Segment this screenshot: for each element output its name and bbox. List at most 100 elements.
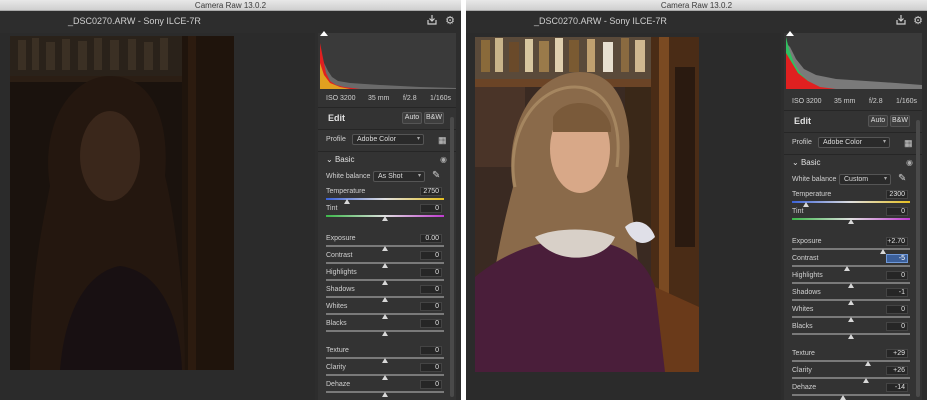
contrast-value-field[interactable]: -5 [886,254,908,263]
exposure-slider-thumb[interactable] [382,246,388,251]
contrast-label: Contrast [792,255,819,262]
profile-select[interactable]: Adobe Color ▾ [818,137,890,148]
wb-select[interactable]: As Shot ▾ [373,171,425,182]
contrast-slider-track[interactable] [792,265,910,267]
basic-section-header[interactable]: ⌄ Basic [792,158,821,167]
temperature-slider-thumb[interactable] [344,199,351,204]
highlights-slider-thumb[interactable] [382,280,388,285]
wb-select[interactable]: Custom ▾ [839,174,891,185]
whites-slider-thumb[interactable] [848,317,854,322]
highlights-slider-thumb[interactable] [848,283,854,288]
texture-slider-thumb[interactable] [382,358,388,363]
temperature-label: Temperature [792,191,832,198]
tint-slider-thumb[interactable] [848,219,854,224]
blacks-value-field[interactable]: 0 [420,319,442,328]
dehaze-slider-track[interactable] [792,394,910,396]
clarity-slider-track[interactable] [792,377,910,379]
tint-slider-thumb[interactable] [382,216,388,221]
exposure-slider-track[interactable] [792,248,910,250]
window-title: Camera Raw 13.0.2 [466,0,927,11]
histogram [786,33,922,89]
texture-slider-thumb[interactable] [864,361,871,366]
shadow-clipping-warning[interactable] [320,31,328,36]
dehaze-slider-thumb[interactable] [839,395,846,400]
texture-slider-track[interactable] [792,360,910,362]
gear-icon[interactable]: ⚙ [443,14,457,28]
eye-icon[interactable]: ◉ [906,158,913,167]
tint-label: Tint [792,208,804,215]
dehaze-label: Dehaze [792,384,817,391]
file-info: _DSC0270.ARW - Sony ILCE-7R [68,16,201,26]
temperature-value-field[interactable]: 2300 [886,190,908,199]
image-canvas [0,33,315,400]
profile-browser-icon[interactable]: ▦ [438,135,447,146]
eye-icon[interactable]: ◉ [440,155,447,164]
texture-value-field[interactable]: +29 [886,349,908,358]
image-canvas [466,33,781,400]
blacks-label: Blacks [326,320,347,327]
auto-button[interactable]: Auto [868,115,888,127]
contrast-slider-thumb[interactable] [382,263,388,268]
divider [784,110,922,111]
gear-icon[interactable]: ⚙ [911,14,925,28]
clarity-value-field[interactable]: 0 [420,363,442,372]
contrast-slider-thumb[interactable] [844,266,851,271]
exposure-value-field[interactable]: 0.00 [420,234,442,243]
bw-button[interactable]: B&W [424,112,444,124]
shadows-value-field[interactable]: 0 [420,285,442,294]
panel-scrollbar[interactable] [916,120,920,397]
whites-value-field[interactable]: 0 [420,302,442,311]
whites-slider-thumb[interactable] [382,314,388,319]
exposure-value-field[interactable]: +2.70 [886,237,908,246]
highlights-value-field[interactable]: 0 [886,271,908,280]
bw-button[interactable]: B&W [890,115,910,127]
export-icon[interactable] [425,14,439,28]
texture-label: Texture [326,347,349,354]
blacks-value-field[interactable]: 0 [886,322,908,331]
profile-browser-icon[interactable]: ▦ [904,138,913,149]
auto-button[interactable]: Auto [402,112,422,124]
edit-panel-after: ISO 3200 35 mm f/2.8 1/160s Edit Auto B&… [784,31,922,400]
edit-title: Edit [328,113,345,123]
shadows-slider-thumb[interactable] [382,297,388,302]
profile-select[interactable]: Adobe Color ▾ [352,134,424,145]
dehaze-value-field[interactable]: -14 [886,383,908,392]
basic-section-header[interactable]: ⌄ Basic [326,155,355,164]
tint-value-field[interactable]: 0 [886,207,908,216]
dehaze-value-field[interactable]: 0 [420,380,442,389]
shadow-clipping-warning[interactable] [786,31,794,36]
temperature-value-field[interactable]: 2750 [420,187,442,196]
tint-label: Tint [326,205,338,212]
exposure-slider-thumb[interactable] [879,249,886,254]
basic-label: Basic [800,158,821,167]
shadows-value-field[interactable]: -1 [886,288,908,297]
eyedropper-icon[interactable]: ✎ [898,173,906,184]
edit-panel-before: ISO 3200 35 mm f/2.8 1/160s Edit Auto B&… [318,31,456,400]
blacks-slider-thumb[interactable] [382,331,388,336]
temperature-slider-track[interactable] [792,201,910,203]
chevron-down-icon: ▾ [883,176,887,182]
shadows-slider-thumb[interactable] [848,300,854,305]
clarity-slider-thumb[interactable] [863,378,870,383]
clarity-slider-thumb[interactable] [382,375,388,380]
clarity-value-field[interactable]: +26 [886,366,908,375]
exposure-label: Exposure [326,235,356,242]
highlights-value-field[interactable]: 0 [420,268,442,277]
temperature-slider-thumb[interactable] [803,202,810,207]
contrast-value-field[interactable]: 0 [420,251,442,260]
photo-after [475,37,699,372]
whites-value-field[interactable]: 0 [886,305,908,314]
divider [318,151,456,152]
texture-value-field[interactable]: 0 [420,346,442,355]
chevron-down-icon: ▾ [416,136,420,142]
exposure-label: Exposure [792,238,822,245]
panel-scrollbar[interactable] [450,117,454,397]
blacks-slider-thumb[interactable] [848,334,854,339]
tint-value-field[interactable]: 0 [420,204,442,213]
exif-aperture: f/2.8 [869,98,883,105]
eyedropper-icon[interactable]: ✎ [432,170,440,181]
export-icon[interactable] [894,14,908,28]
profile-value: Adobe Color [823,139,862,146]
dehaze-slider-thumb[interactable] [382,392,388,397]
profile-label: Profile [792,139,812,146]
